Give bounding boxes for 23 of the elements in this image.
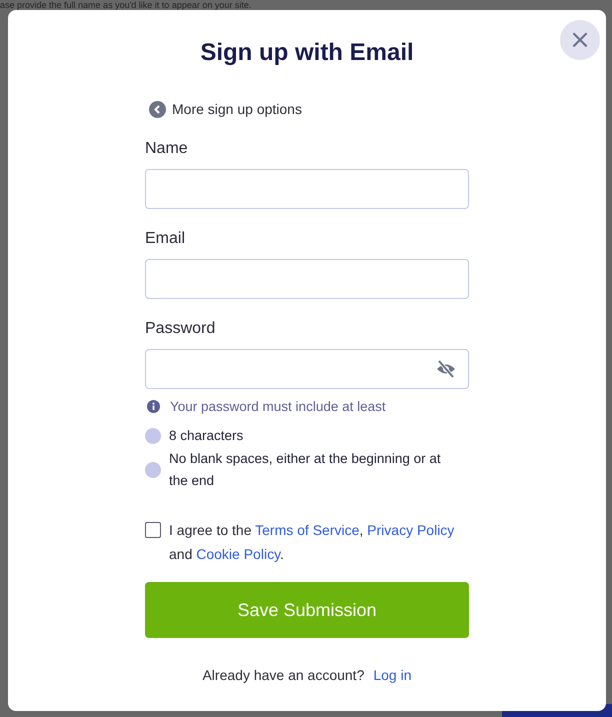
eye-slash-icon[interactable] [436,360,456,378]
field-label: Email [145,229,186,249]
checkbox[interactable] [145,522,161,538]
input-field[interactable] [145,259,469,299]
policy-link[interactable]: Privacy Policy [367,522,454,538]
input-field[interactable] [145,169,469,209]
back-icon [149,101,166,118]
back-link[interactable]: More sign up options [149,101,302,118]
rule-text: 8 characters [169,427,244,445]
policy-link[interactable]: Terms of Service [255,522,360,538]
close-button[interactable]: × [560,20,600,60]
page-text: ase provide the full name as you'd like it to appear on your site. [0,0,252,10]
info-icon [147,400,160,413]
login-prompt: Already have an account? [202,667,364,684]
password-field[interactable] [145,349,469,389]
field-label: Password [145,319,216,339]
password-hint: Your password must include at least [170,398,386,415]
field-label: Name [145,139,189,159]
dialog-title: Sign up with Email [200,39,414,67]
rule-text: No blank spaces, either at the beginning or at the end [169,450,442,490]
agreement-text: I agree to the Terms of Service, Privacy Policy and Cookie Policy. [169,521,456,564]
policy-link[interactable]: Cookie Policy [196,546,280,562]
login-link[interactable]: Log in [373,667,412,684]
